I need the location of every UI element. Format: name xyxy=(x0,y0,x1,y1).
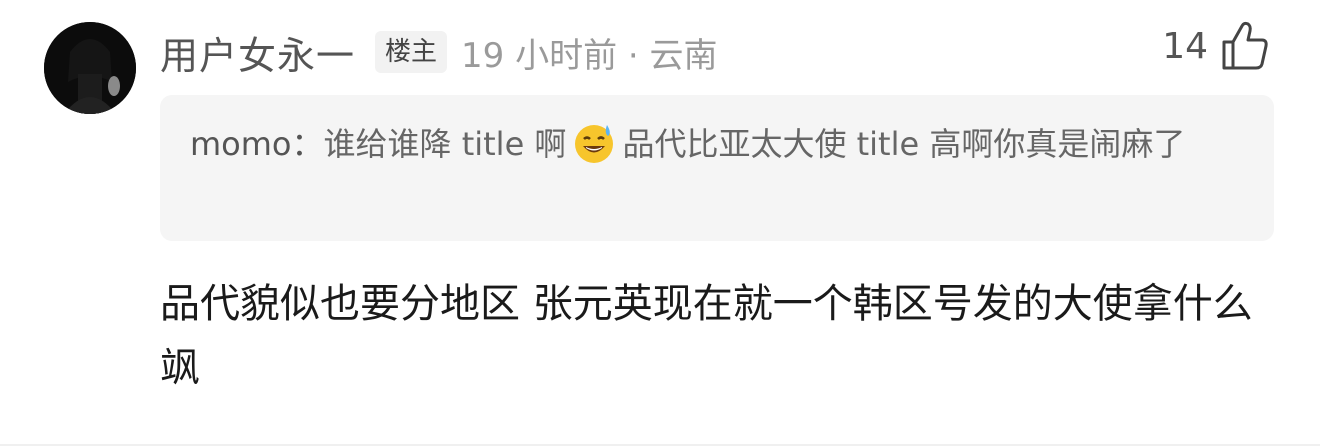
sweat-smile-emoji-icon xyxy=(575,125,614,163)
like-count: 14 xyxy=(1162,25,1208,67)
quoted-reply[interactable]: momo：谁给谁降 title 啊 品代比亚太大使 title 高啊你真是闹麻了 xyxy=(160,95,1274,241)
comment-body: 品代貌似也要分地区 张元英现在就一个韩区号发的大使拿什么飒 xyxy=(160,281,1253,391)
thumbs-up-icon xyxy=(1222,21,1268,70)
time-location: 19 小时前 · 云南 xyxy=(461,35,718,76)
comment-item: 用户女永一 楼主 19 小时前 · 云南 14 momo：谁给谁降 title … xyxy=(0,0,1320,446)
username[interactable]: 用户女永一 xyxy=(160,25,355,80)
comment-header: 用户女永一 楼主 19 小时前 · 云南 xyxy=(160,24,718,80)
op-badge: 楼主 xyxy=(375,31,448,73)
quoted-text-part-1: 谁给谁降 title 啊 xyxy=(323,125,567,163)
like-button[interactable]: 14 xyxy=(1162,20,1270,72)
avatar[interactable] xyxy=(44,22,136,114)
quoted-reply-text: momo：谁给谁降 title 啊 品代比亚太大使 title 高啊你真是闹麻了 xyxy=(190,121,1240,167)
quoted-text-part-2: 品代比亚太大使 title 高啊你真是闹麻了 xyxy=(622,125,1186,163)
quoted-author: momo： xyxy=(190,125,324,163)
